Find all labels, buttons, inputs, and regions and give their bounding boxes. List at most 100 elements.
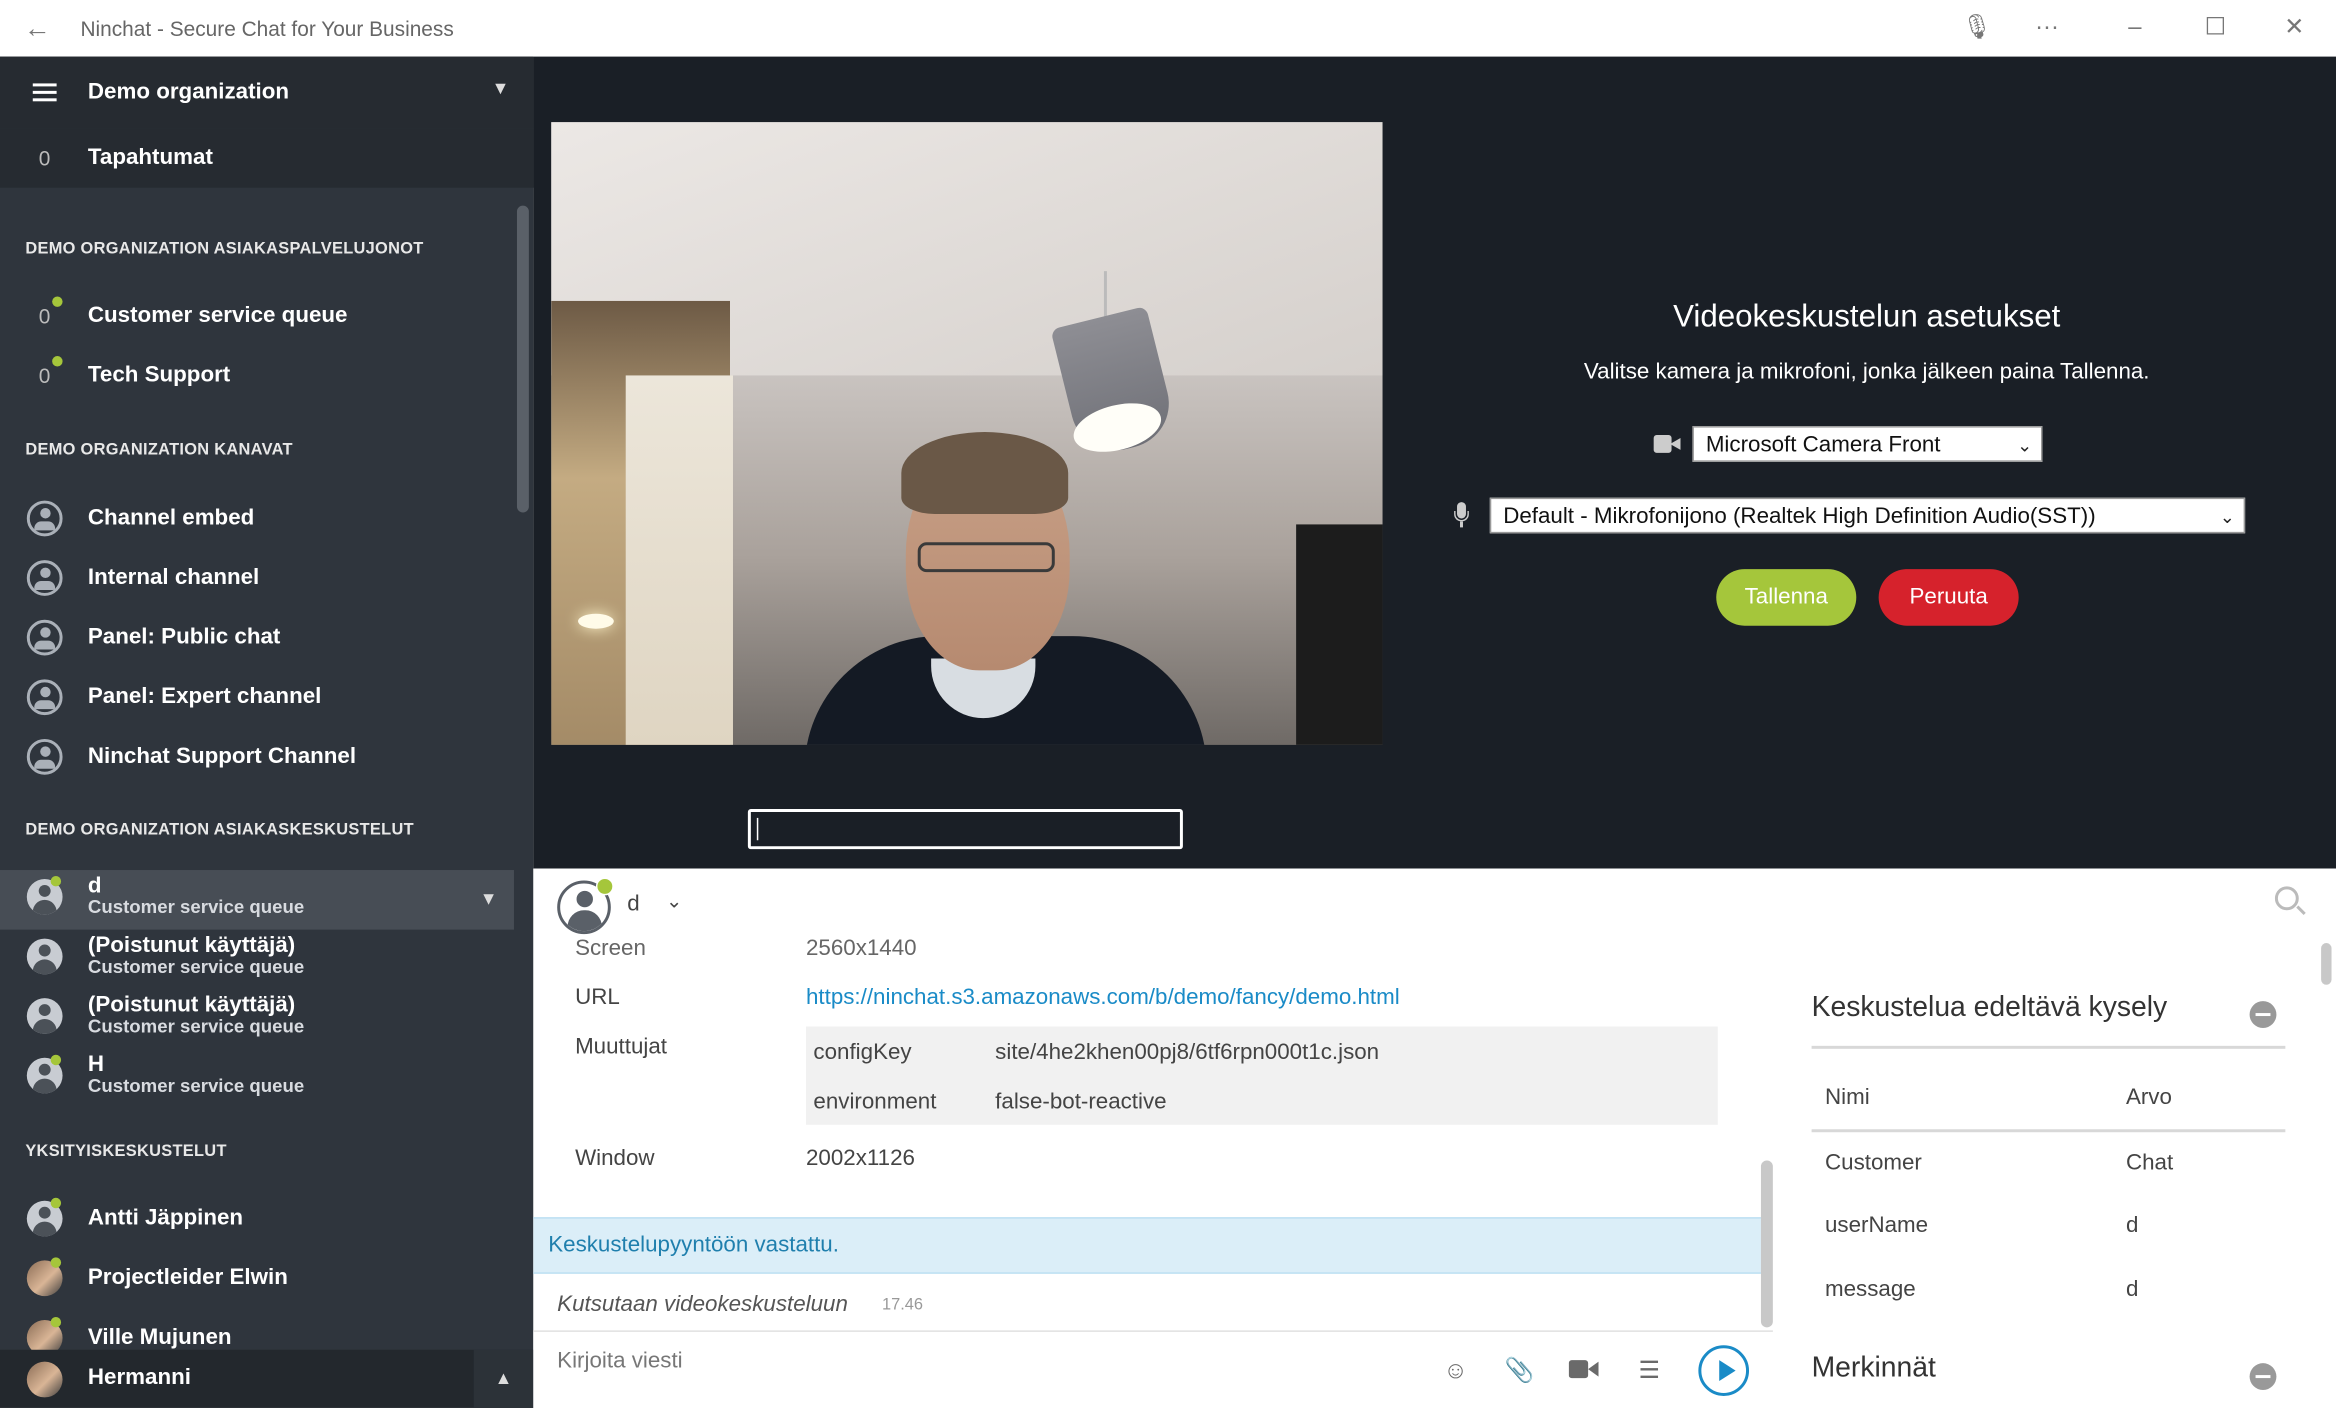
url-link[interactable]: https://ninchat.s3.amazonaws.com/b/demo/… xyxy=(806,985,1400,1010)
online-dot xyxy=(50,876,62,887)
channel-label: Internal channel xyxy=(87,564,260,590)
current-user[interactable]: Hermanni ▲ xyxy=(0,1349,534,1408)
menu-icon[interactable]: ☰ xyxy=(1636,1359,1663,1386)
private-heading: YKSITYISKESKUSTELUT xyxy=(25,1142,227,1161)
conversation-name: d xyxy=(87,873,102,899)
conversation-queue: Customer service queue xyxy=(87,956,305,978)
sidebar-item-channel[interactable]: Panel: Expert channel xyxy=(0,670,514,724)
online-dot xyxy=(50,1316,62,1328)
message-composer: Kirjoita viesti ☺ 📎 ☰ xyxy=(533,1330,1773,1409)
channel-label: Channel embed xyxy=(87,505,255,531)
channels-heading: DEMO ORGANIZATION KANAVAT xyxy=(25,440,293,459)
search-icon[interactable] xyxy=(2274,886,2299,911)
survey-row-value: Chat xyxy=(2125,1150,2174,1176)
sidebar-item-channel[interactable]: Internal channel xyxy=(0,551,514,605)
window-title: Ninchat - Secure Chat for Your Business xyxy=(80,16,454,41)
settings-subtitle: Valitse kamera ja mikrofoni, jonka jälke… xyxy=(1583,359,2150,385)
attachment-icon[interactable]: 📎 xyxy=(1505,1359,1535,1386)
back-arrow-icon[interactable]: ← xyxy=(24,13,54,43)
system-message-text: Keskustelupyyntöön vastattu. xyxy=(548,1232,839,1258)
queue-count: 0 xyxy=(38,363,51,388)
channel-label: Panel: Expert channel xyxy=(87,683,322,710)
right-panel-scrollbar[interactable] xyxy=(2321,943,2332,985)
channel-label: Panel: Public chat xyxy=(87,624,281,650)
conversation-queue: Customer service queue xyxy=(87,1016,305,1037)
variables-table: configKey site/4he2khen00pj8/6tf6rpn000t… xyxy=(805,1026,1718,1125)
send-button[interactable] xyxy=(1698,1345,1750,1396)
var-value: site/4he2khen00pj8/6tf6rpn000t1c.json xyxy=(995,1039,1380,1066)
cancel-button[interactable]: Peruuta xyxy=(1878,569,2019,626)
minimize-button[interactable]: – xyxy=(2105,9,2165,48)
queue-label: Customer service queue xyxy=(87,302,348,328)
sidebar: Demo organization ▼ 0 Tapahtumat DEMO OR… xyxy=(0,56,534,1408)
camera-select[interactable]: Microsoft Camera Front ⌄ xyxy=(1692,426,2043,462)
conversation-item[interactable]: (Poistunut käyttäjä) Customer service qu… xyxy=(0,989,514,1049)
save-button[interactable]: Tallenna xyxy=(1716,569,1857,626)
message-input[interactable]: Kirjoita viesti xyxy=(557,1348,682,1373)
chat-scrollbar[interactable] xyxy=(1760,1160,1773,1328)
sidebar-item-channel[interactable]: Channel embed xyxy=(0,492,514,546)
chat-user-name[interactable]: d xyxy=(627,891,639,916)
online-dot xyxy=(50,1197,62,1209)
chevron-down-icon[interactable]: ▼ xyxy=(480,888,498,909)
chevron-down-icon[interactable]: ⌄ xyxy=(666,889,682,913)
close-button[interactable]: ✕ xyxy=(2264,9,2324,48)
video-settings-panel: Videokeskustelun asetukset Valitse kamer… xyxy=(1427,57,2306,869)
microphone-select[interactable]: Default - Mikrofonijono (Realtek High De… xyxy=(1489,497,2246,534)
chevron-down-icon[interactable]: ▼ xyxy=(492,77,510,98)
chevron-up-icon[interactable]: ▲ xyxy=(473,1349,534,1408)
queue-label: Tech Support xyxy=(87,362,231,388)
org-selector[interactable]: Demo organization ▼ xyxy=(0,56,534,129)
video-icon[interactable] xyxy=(1567,1359,1600,1386)
maximize-button[interactable]: ☐ xyxy=(2186,9,2246,48)
sidebar-item-private[interactable]: Projectleider Elwin xyxy=(0,1251,514,1305)
conversation-queue: Customer service queue xyxy=(87,896,305,918)
chevron-down-icon: ⌄ xyxy=(2017,435,2033,456)
group-icon xyxy=(26,738,63,775)
sidebar-item-queue[interactable]: 0 Customer service queue xyxy=(0,289,514,343)
sidebar-item-queue[interactable]: 0 Tech Support xyxy=(0,349,514,403)
channel-label: Ninchat Support Channel xyxy=(87,743,357,769)
window-value: 2002x1126 xyxy=(805,1145,915,1171)
conversations-heading: DEMO ORGANIZATION ASIAKASKESKUSTELUT xyxy=(25,820,414,839)
sidebar-item-channel[interactable]: Panel: Public chat xyxy=(0,611,514,665)
pre-survey-title: Keskustelua edeltävä kysely xyxy=(1811,992,2168,1024)
menu-icon[interactable] xyxy=(32,83,57,102)
conversation-name: (Poistunut käyttäjä) xyxy=(87,932,296,958)
emoji-icon[interactable]: ☺ xyxy=(1442,1359,1469,1386)
chat-panel: d ⌄ Screen 2560x1440 URL https://ninchat… xyxy=(533,868,2336,1409)
var-key: configKey xyxy=(813,1039,912,1066)
col-value: Arvo xyxy=(2125,1084,2172,1110)
camera-icon xyxy=(1653,435,1681,453)
video-text-input[interactable] xyxy=(747,808,1183,850)
online-dot xyxy=(50,1257,62,1268)
sidebar-item-events[interactable]: 0 Tapahtumat xyxy=(0,128,534,188)
conversation-item-active[interactable]: d Customer service queue ▼ xyxy=(0,870,514,930)
queues-heading: DEMO ORGANIZATION ASIAKASPALVELUJONOT xyxy=(25,239,424,258)
survey-row-value: d xyxy=(2125,1276,2139,1303)
collapse-icon[interactable] xyxy=(2249,1001,2277,1028)
system-message: Keskustelupyyntöön vastattu. xyxy=(533,1217,1761,1274)
group-icon xyxy=(26,560,63,596)
avatar xyxy=(26,1361,63,1398)
conversation-queue: Customer service queue xyxy=(87,1075,305,1097)
conversation-item[interactable]: (Poistunut käyttäjä) Customer service qu… xyxy=(0,930,514,990)
collapse-icon[interactable] xyxy=(2249,1363,2277,1390)
message-time: 17.46 xyxy=(881,1296,923,1315)
sidebar-scrollbar[interactable] xyxy=(516,205,529,513)
survey-row-value: d xyxy=(2125,1212,2139,1239)
group-icon xyxy=(26,619,63,656)
divider xyxy=(1811,1129,2286,1133)
sidebar-item-channel[interactable]: Ninchat Support Channel xyxy=(0,730,514,784)
events-label: Tapahtumat xyxy=(87,144,213,170)
video-area: Videokeskustelun asetukset Valitse kamer… xyxy=(533,56,2336,869)
microphone-icon[interactable]: 🎙 xyxy=(1947,9,2007,48)
sidebar-item-private[interactable]: Antti Jäppinen xyxy=(0,1192,514,1246)
conversation-item[interactable]: H Customer service queue xyxy=(0,1049,514,1109)
private-label: Antti Jäppinen xyxy=(87,1205,244,1231)
variables-label: Muuttujat xyxy=(575,1033,667,1060)
queue-count: 0 xyxy=(38,303,51,328)
more-icon[interactable]: ··· xyxy=(2017,9,2077,48)
microphone-icon xyxy=(1454,502,1469,529)
events-count: 0 xyxy=(38,146,51,170)
